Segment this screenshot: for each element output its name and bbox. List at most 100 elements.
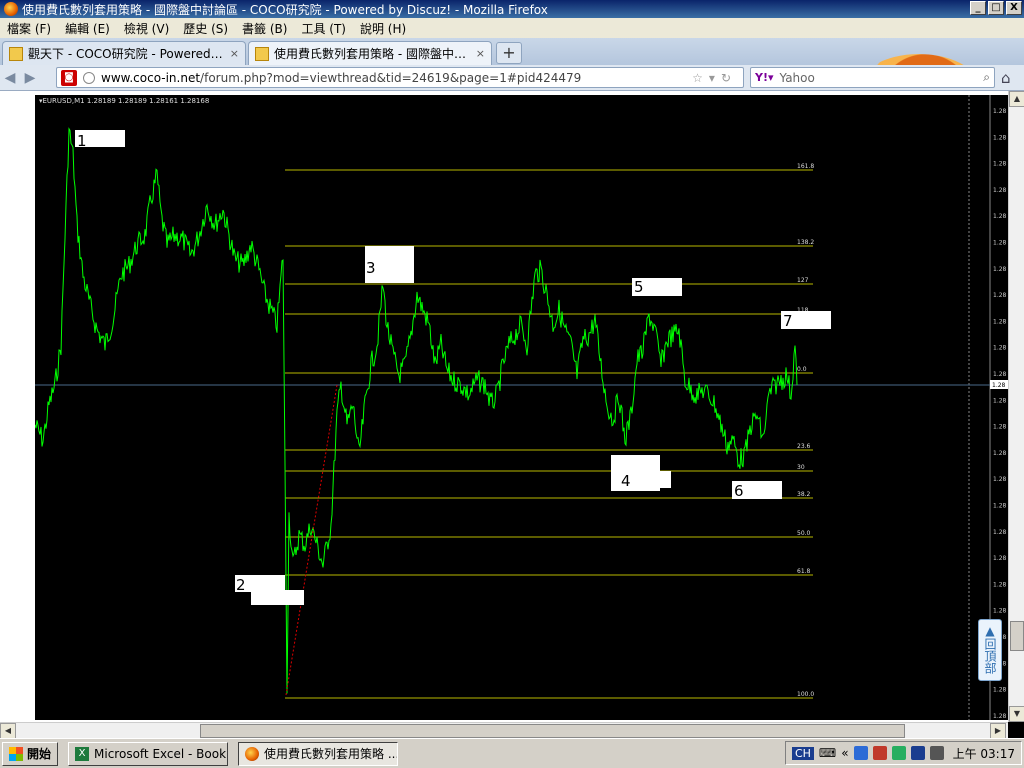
excel-icon: X <box>75 746 90 761</box>
price-tick-label: 1.28 <box>993 240 1007 247</box>
site-identity-icon[interactable]: ◙ <box>61 69 77 86</box>
price-tick-label: 1.28 <box>993 397 1007 404</box>
fib-level-label: 138.2 <box>797 239 814 246</box>
scroll-right-icon[interactable]: ▶ <box>990 723 1006 739</box>
yahoo-icon[interactable]: Y!▾ <box>755 71 774 84</box>
taskbar-app-label: 使用費氏數列套用策略 ... <box>264 747 399 761</box>
tray-chevron-icon[interactable]: « <box>841 746 848 760</box>
favicon-icon <box>9 46 23 61</box>
clock: 上午 03:17 <box>952 746 1015 761</box>
price-tick-label: 1.28 <box>993 161 1007 168</box>
url-bar[interactable]: ◙ www.coco-in.net/forum.php?mod=viewthre… <box>56 67 744 88</box>
scroll-left-icon[interactable]: ◀ <box>0 723 16 739</box>
price-tick-label: 1.28 <box>993 476 1007 483</box>
current-price-label: 1.28 <box>992 382 1006 389</box>
fib-level-label: 161.8 <box>797 163 814 170</box>
window-title: 使用費氏數列套用策略 - 國際盤中討論區 - COCO研究院 - Powered… <box>22 2 548 17</box>
back-icon[interactable]: ◀ <box>0 70 20 86</box>
price-tick-label: 1.28 <box>993 555 1007 562</box>
fib-level-label: 30 <box>797 464 805 471</box>
price-tick-label: 1.28 <box>993 371 1007 378</box>
menu-file[interactable]: 檔案 (F) <box>0 20 58 37</box>
tab-2[interactable]: 使用費氏數列套用策略 - 國際盤中討… × <box>248 41 492 65</box>
bookmark-star-icon[interactable]: ☆▾↻ <box>692 71 743 85</box>
fib-level-label: 0.0 <box>797 366 807 373</box>
keyboard-icon[interactable]: ⌨ <box>819 746 836 760</box>
forward-icon[interactable]: ▶ <box>20 70 40 86</box>
menu-tools[interactable]: 工具 (T) <box>294 20 353 37</box>
maximize-button[interactable]: □ <box>988 1 1004 15</box>
antivirus-icon[interactable] <box>872 746 887 760</box>
chart-svg: ▾EURUSD,M1 1.28189 1.28189 1.28161 1.281… <box>34 95 1008 720</box>
search-bar[interactable]: Y!▾ Yahoo ⌕ <box>750 67 995 88</box>
back-to-top-button[interactable]: ▲ 回頂部 <box>978 619 1002 681</box>
price-tick-label: 1.28 <box>993 450 1007 457</box>
horizontal-scroll-thumb[interactable] <box>200 724 905 738</box>
update-icon[interactable] <box>910 746 925 760</box>
language-indicator[interactable]: CH <box>791 746 814 760</box>
point-label-box <box>251 590 304 605</box>
price-tick-label: 1.28 <box>993 187 1007 194</box>
menu-help[interactable]: 說明 (H) <box>353 20 413 37</box>
new-tab-button[interactable]: + <box>496 42 522 64</box>
price-tick-label: 1.28 <box>993 581 1007 588</box>
network-icon[interactable] <box>853 746 868 760</box>
vertical-scroll-thumb[interactable] <box>1010 621 1024 651</box>
point-label-6: 6 <box>734 482 744 500</box>
nav-toolbar: ◀ ▶ ◙ www.coco-in.net/forum.php?mod=view… <box>0 65 1024 91</box>
tab-label: 觀天下 - COCO研究院 - Powered by Di… <box>28 47 226 61</box>
point-label-1: 1 <box>77 132 87 150</box>
point-label-7: 7 <box>783 312 793 330</box>
security-icon[interactable] <box>891 746 906 760</box>
menu-view[interactable]: 檢視 (V) <box>117 20 176 37</box>
scroll-up-icon[interactable]: ▲ <box>1009 91 1024 107</box>
price-tick-label: 1.28 <box>993 134 1007 141</box>
up-arrow-icon: ▲ <box>985 624 995 638</box>
minimize-button[interactable]: _ <box>970 1 986 15</box>
globe-icon <box>83 71 95 84</box>
menu-history[interactable]: 歷史 (S) <box>176 20 235 37</box>
point-label-2: 2 <box>236 576 246 594</box>
start-label: 開始 <box>27 747 52 761</box>
menubar: 檔案 (F) 編輯 (E) 檢視 (V) 歷史 (S) 書籤 (B) 工具 (T… <box>0 18 1024 38</box>
fib-level-label: 38.2 <box>797 491 811 498</box>
display-icon[interactable] <box>929 746 944 760</box>
system-tray: CH ⌨ « 上午 03:17 <box>784 741 1022 765</box>
point-label-5: 5 <box>634 278 644 296</box>
back-to-top-label: 回頂部 <box>983 638 997 674</box>
price-tick-label: 1.28 <box>993 687 1007 694</box>
page-content: ▾EURUSD,M1 1.28189 1.28189 1.28161 1.281… <box>0 91 1024 722</box>
url-text[interactable]: www.coco-in.net/forum.php?mod=viewthread… <box>101 71 692 85</box>
price-tick-label: 1.28 <box>993 318 1007 325</box>
tab-close-icon[interactable]: × <box>476 47 485 60</box>
close-button[interactable]: X <box>1006 1 1022 15</box>
firefox-icon <box>245 746 260 761</box>
forex-chart-image: ▾EURUSD,M1 1.28189 1.28189 1.28161 1.281… <box>34 95 1008 720</box>
price-tick-label: 1.28 <box>993 503 1007 510</box>
price-tick-label: 1.28 <box>993 266 1007 273</box>
fib-level-label: 23.6 <box>797 443 811 450</box>
scroll-down-icon[interactable]: ▼ <box>1009 706 1024 722</box>
windows-logo-icon <box>9 746 23 761</box>
taskbar-firefox[interactable]: 使用費氏數列套用策略 ... <box>238 741 399 766</box>
price-tick-label: 1.28 <box>993 345 1007 352</box>
home-icon[interactable]: ⌂ <box>1001 69 1011 87</box>
fib-level-label: 50.0 <box>797 530 811 537</box>
tab-close-icon[interactable]: × <box>230 47 239 60</box>
price-tick-label: 1.28 <box>993 713 1007 720</box>
point-label-4: 4 <box>621 472 631 490</box>
menu-edit[interactable]: 編輯 (E) <box>58 20 117 37</box>
search-icon[interactable]: ⌕ <box>983 70 990 85</box>
menu-bookmarks[interactable]: 書籤 (B) <box>235 20 294 37</box>
price-tick-label: 1.28 <box>993 608 1007 615</box>
favicon-icon <box>255 46 269 61</box>
tab-1[interactable]: 觀天下 - COCO研究院 - Powered by Di… × <box>2 41 246 65</box>
price-tick-label: 1.28 <box>993 529 1007 536</box>
search-input[interactable]: Yahoo <box>780 71 984 85</box>
taskbar-app-label: Microsoft Excel - Book1 <box>94 746 229 761</box>
vertical-scrollbar[interactable]: ▲ ▼ <box>1008 91 1024 722</box>
horizontal-scrollbar[interactable]: ◀ ▶ <box>0 722 1008 739</box>
tab-bar: 觀天下 - COCO研究院 - Powered by Di… × 使用費氏數列套… <box>0 38 1024 134</box>
start-button[interactable]: 開始 <box>2 741 59 766</box>
taskbar-excel[interactable]: X Microsoft Excel - Book1 <box>68 741 229 766</box>
